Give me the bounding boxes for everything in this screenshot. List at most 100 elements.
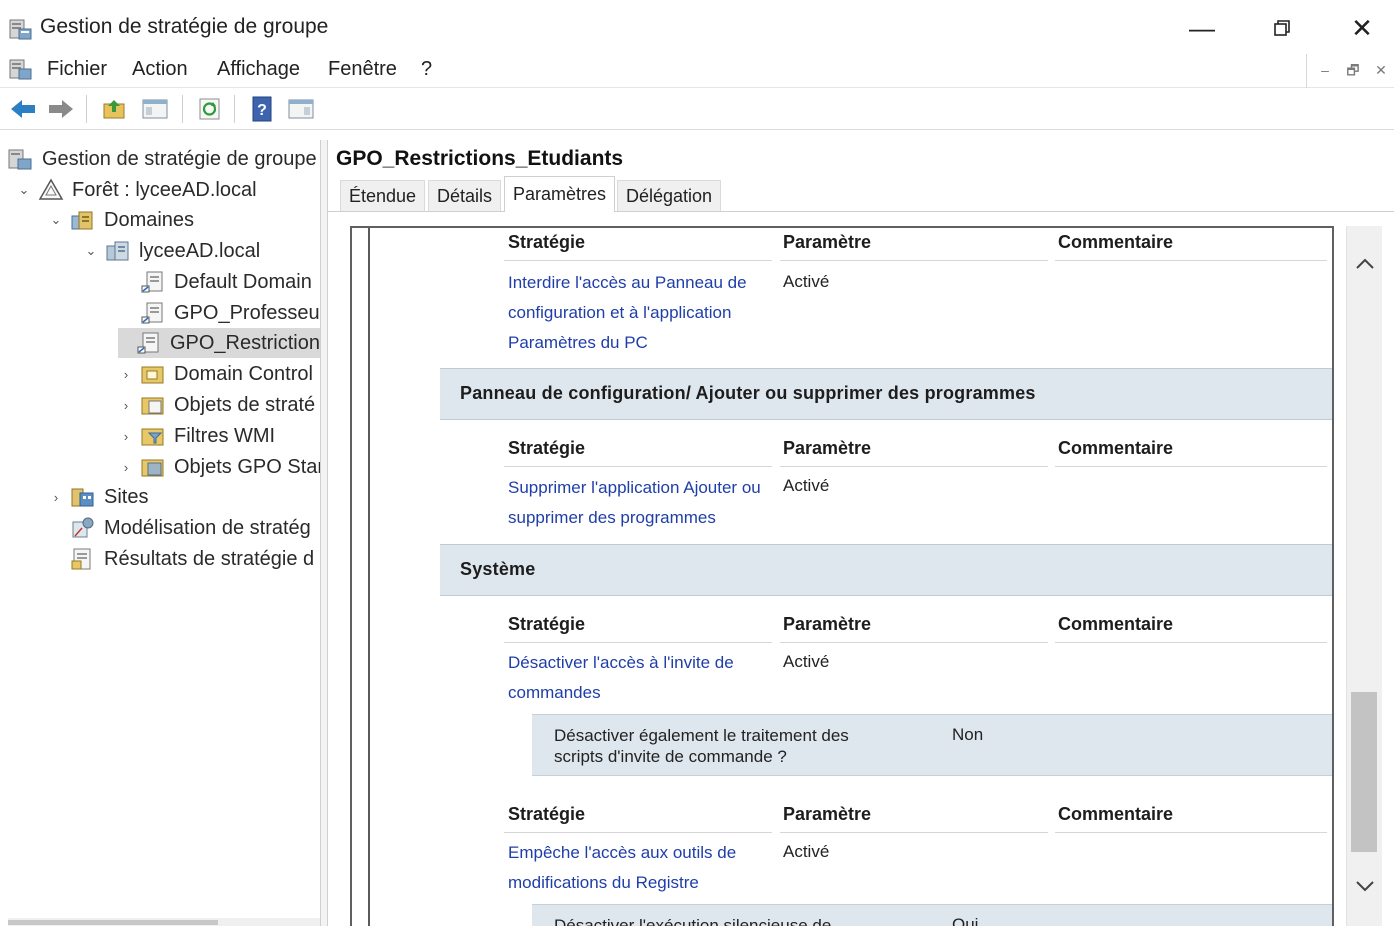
policy-link[interactable]: Empêche l'accès aux outils de modificati…: [508, 838, 770, 898]
action-pane-button[interactable]: [286, 95, 316, 123]
show-hide-tree-icon: [142, 99, 168, 119]
restore-icon: [1274, 20, 1290, 36]
tree-item-label: Domain Control: [174, 362, 313, 385]
svg-text:?: ?: [257, 102, 267, 119]
mdi-close-button[interactable]: ✕: [1368, 58, 1394, 84]
help-button[interactable]: ?: [247, 95, 277, 123]
tree-item[interactable]: GPO_Professeur: [118, 298, 320, 328]
scroll-up-button[interactable]: [1347, 244, 1383, 284]
scroll-down-button[interactable]: [1347, 866, 1383, 906]
tree-item[interactable]: Gestion de stratégie de groupe: [8, 144, 317, 174]
tab-details[interactable]: Détails: [428, 180, 502, 212]
tab-delegation[interactable]: Délégation: [617, 180, 722, 212]
tree-item[interactable]: GPO_Restriction: [118, 328, 320, 358]
column-header-divider: [1055, 642, 1327, 643]
chevron-right-icon[interactable]: ›: [118, 460, 134, 475]
chevron-right-icon[interactable]: ›: [118, 398, 134, 413]
tree-item-label: Objets GPO Star: [174, 455, 320, 478]
forest-icon: [38, 178, 64, 202]
policy-option-label: Désactiver l'exécution silencieuse de: [554, 916, 832, 926]
policy-link[interactable]: Désactiver l'accès à l'invite de command…: [508, 648, 770, 708]
section-title: Système: [460, 559, 536, 579]
menu-help[interactable]: ?: [421, 58, 432, 81]
tree-item-label: GPO_Professeur: [174, 301, 320, 324]
action-pane-icon: [288, 99, 314, 119]
tree-item[interactable]: Résultats de stratégie d: [48, 544, 314, 574]
domain-icon: [105, 239, 131, 263]
section-header-systeme[interactable]: Système: [440, 544, 1332, 596]
close-button[interactable]: ✕: [1332, 6, 1392, 50]
tab-parametres[interactable]: Paramètres: [504, 176, 616, 212]
menu-action[interactable]: Action: [132, 58, 188, 81]
toolbar: ?: [0, 88, 1394, 130]
tree-horizontal-scrollbar[interactable]: [8, 918, 320, 926]
tab-etendue[interactable]: Étendue: [340, 180, 426, 212]
gpo-container-icon: [140, 393, 166, 417]
policy-option-row: Désactiver l'exécution silencieuse de Ou…: [532, 904, 1332, 926]
menu-affichage[interactable]: Affichage: [217, 58, 300, 81]
domains-icon: [70, 208, 96, 232]
policy-option-row: Désactiver également le traitement des s…: [532, 714, 1332, 776]
mdi-restore-button[interactable]: 🗗: [1340, 58, 1366, 84]
tree-item[interactable]: › Sites: [48, 482, 149, 512]
scroll-thumb[interactable]: [1351, 692, 1377, 852]
chevron-down-icon[interactable]: ⌄: [48, 212, 64, 228]
report-vertical-scrollbar[interactable]: [1346, 226, 1382, 926]
toolbar-separator: [182, 95, 183, 123]
tree-item[interactable]: › Objets GPO Star: [118, 452, 320, 482]
back-arrow-icon: [11, 100, 35, 118]
chevron-down-icon[interactable]: ⌄: [83, 243, 99, 259]
policy-link[interactable]: Supprimer l'application Ajouter ou suppr…: [508, 473, 770, 533]
policy-setting: Activé: [783, 272, 830, 291]
tree-item[interactable]: ⌄ Forêt : lyceeAD.local: [16, 175, 257, 205]
policy-link[interactable]: Interdire l'accès au Panneau de configur…: [508, 268, 770, 358]
column-header-divider: [780, 260, 1048, 261]
tree-item[interactable]: › Filtres WMI: [118, 421, 275, 451]
show-hide-tree-button[interactable]: [140, 95, 170, 123]
column-header-divider: [780, 642, 1048, 643]
minimize-button[interactable]: —: [1172, 6, 1232, 50]
ou-icon: [140, 362, 166, 386]
column-header-strategie: Stratégie: [508, 614, 586, 634]
column-header-divider: [504, 466, 772, 467]
tree-item-label: lyceeAD.local: [139, 239, 261, 262]
column-header-commentaire: Commentaire: [1058, 232, 1174, 252]
mdi-minimize-button[interactable]: –: [1312, 58, 1338, 84]
column-header-commentaire: Commentaire: [1058, 614, 1174, 634]
column-header-divider: [504, 260, 772, 261]
tree-item[interactable]: › Domain Control: [118, 359, 313, 389]
toolbar-separator: [234, 95, 235, 123]
pane-splitter[interactable]: [320, 140, 328, 926]
tree-item[interactable]: Default Domain: [118, 267, 312, 297]
chevron-right-icon[interactable]: ›: [48, 490, 64, 505]
tree-item[interactable]: › Objets de straté: [118, 390, 315, 420]
tree-item[interactable]: ⌄ lyceeAD.local: [83, 236, 261, 266]
section-header-ajouter-supprimer[interactable]: Panneau de configuration/ Ajouter ou sup…: [440, 368, 1332, 420]
back-button[interactable]: [8, 95, 38, 123]
tree-item[interactable]: Modélisation de stratég: [48, 513, 311, 543]
column-header-divider: [1055, 260, 1327, 261]
refresh-button[interactable]: [195, 95, 225, 123]
chevron-right-icon[interactable]: ›: [118, 429, 134, 444]
up-level-button[interactable]: [100, 95, 130, 123]
forward-button[interactable]: [46, 95, 76, 123]
refresh-icon: [199, 98, 220, 120]
chevron-down-icon: [1356, 881, 1374, 892]
chevron-down-icon[interactable]: ⌄: [16, 182, 32, 198]
starter-gpo-icon: [140, 455, 166, 479]
tree-item-label: Sites: [104, 485, 149, 508]
policy-option-value: Oui: [952, 915, 979, 926]
menu-fenetre[interactable]: Fenêtre: [328, 58, 397, 81]
chevron-right-icon[interactable]: ›: [118, 367, 134, 382]
tree-item[interactable]: ⌄ Domaines: [48, 205, 195, 235]
tree-scroll-thumb[interactable]: [8, 920, 218, 925]
mdi-child-icon[interactable]: [9, 57, 33, 81]
up-folder-icon: [103, 100, 125, 119]
column-header-parametre: Paramètre: [783, 614, 872, 634]
tree-item-label: Résultats de stratégie d: [104, 547, 315, 570]
menu-fichier[interactable]: Fichier: [47, 58, 107, 81]
maximize-button[interactable]: [1252, 6, 1312, 50]
forward-arrow-icon: [49, 100, 73, 118]
tree-item-label: Default Domain: [174, 270, 312, 293]
column-header-commentaire: Commentaire: [1058, 804, 1174, 824]
